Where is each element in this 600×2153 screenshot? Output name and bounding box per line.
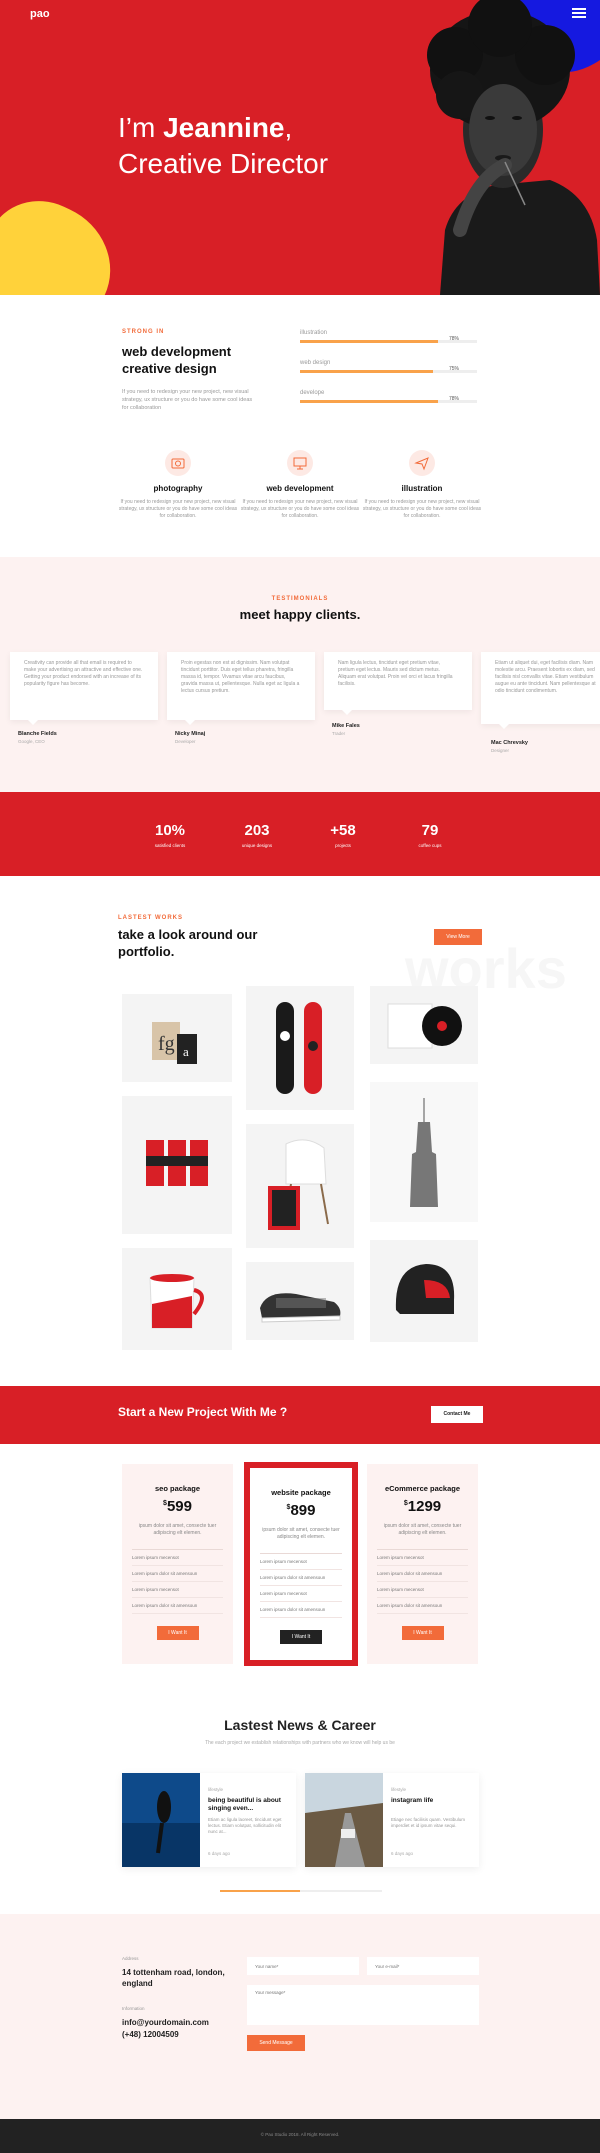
- pricing-select-button[interactable]: I Want It: [401, 1626, 444, 1640]
- portfolio-tagline: lastest works: [118, 915, 183, 921]
- stats-section: 10% satisfied clients 203 unique designs +…: [0, 792, 600, 876]
- cta-section: Start a New Project With Me ? Contact Me: [0, 1386, 600, 1444]
- testimonial-name: Mac Chrevsky: [491, 740, 528, 746]
- testimonial-name: Blanche Fields: [18, 731, 57, 737]
- stat-coffee-cups: 79 coffee cups: [418, 822, 442, 848]
- portfolio-tile-cans[interactable]: [122, 1096, 232, 1234]
- pricing-select-button[interactable]: I Want It: [156, 1626, 199, 1640]
- road-car-image: [305, 1773, 383, 1867]
- copyright-text: © Pao Studio 2018. All Right Reserved.: [260, 2132, 340, 2137]
- skill-bar-develope: develope 78%: [300, 390, 477, 403]
- footer: © Pao Studio 2018. All Right Reserved.: [0, 2119, 600, 2153]
- cta-title: Start a New Project With Me ?: [118, 1405, 288, 1419]
- service-web-development: web development If you need to redesign y…: [240, 450, 360, 520]
- camera-icon: [165, 450, 191, 476]
- portfolio-tile-shopping-bag[interactable]: fg a: [122, 994, 232, 1082]
- testimonials-section: testimonials meet happy clients. Creativ…: [0, 557, 600, 792]
- svg-text:a: a: [183, 1044, 189, 1059]
- testimonial-card: Nam ligula lectus, tincidunt eget pretiu…: [324, 652, 472, 715]
- portfolio-section: works lastest works take a look around o…: [0, 876, 600, 1386]
- skills-section: strong in web development creative desig…: [0, 295, 600, 557]
- hero-role: Creative Director: [118, 148, 329, 179]
- skills-tagline: strong in: [122, 329, 165, 335]
- view-more-button[interactable]: View More: [434, 929, 482, 945]
- contact-me-button[interactable]: Contact Me: [431, 1406, 483, 1423]
- testimonial-role: Designer: [491, 748, 510, 753]
- logo[interactable]: pao: [30, 8, 50, 20]
- hero-heading: I’m Jeannine, Creative Director: [118, 112, 329, 179]
- skills-text: If you need to redesign your new project…: [122, 389, 253, 411]
- portfolio-tile-skyscraper[interactable]: [370, 1082, 478, 1222]
- pricing-section: seo package $599 ipsum dolor sit amet, c…: [0, 1444, 600, 1714]
- portfolio-tile-chair[interactable]: [246, 1124, 354, 1248]
- skills-title: web development creative design: [122, 344, 232, 376]
- pricing-select-button[interactable]: I Want It: [280, 1630, 322, 1644]
- stat-projects: +58 projects: [330, 822, 356, 848]
- svg-text:fg: fg: [158, 1033, 175, 1055]
- stat-satisfied-clients: 10% satisfied clients: [154, 822, 186, 848]
- send-message-button[interactable]: Send Message: [247, 2035, 305, 2051]
- pricing-card-website: website package $899 ipsum dolor sit ame…: [244, 1462, 358, 1666]
- service-illustration: illustration If you need to redesign your…: [362, 450, 482, 520]
- testimonial-name: Mike Fales: [332, 723, 360, 729]
- news-slider-indicator[interactable]: [220, 1890, 382, 1892]
- portfolio-title: take a look around our portfolio.: [118, 927, 258, 959]
- hero-name: Jeannine: [163, 112, 285, 143]
- news-card-title: being beautiful is about singing even...: [208, 1797, 281, 1812]
- testimonial-card: Etiam ut aliquet dui, eget facilisis dia…: [481, 652, 600, 729]
- pricing-card-seo: seo package $599 ipsum dolor sit amet, c…: [122, 1464, 233, 1664]
- service-photography: photography If you need to redesign your …: [118, 450, 238, 520]
- testimonial-role: Google, CEO: [18, 739, 45, 744]
- testimonial-card: Proin egestas non est at dignissim. Nam …: [167, 652, 315, 725]
- address-label: Address: [122, 1956, 139, 1961]
- paper-plane-icon: [409, 450, 435, 476]
- monitor-icon: [287, 450, 313, 476]
- testimonial-name: Nicky Minaj: [175, 731, 206, 737]
- skill-bar-illustration: illustration 78%: [300, 330, 477, 343]
- portfolio-tile-sneaker[interactable]: [246, 1262, 354, 1340]
- yellow-blob-decoration: [0, 183, 132, 295]
- news-card-title: instagram life: [391, 1797, 434, 1804]
- email-value[interactable]: info@yourdomain.com: [122, 2017, 232, 2028]
- testimonial-role: Trader: [332, 731, 346, 736]
- name-field[interactable]: [247, 1957, 359, 1975]
- hero-section: pao I’m Jeannine, Creative Director: [0, 0, 600, 295]
- address-value: 14 tottenham road, london, england: [122, 1968, 225, 1988]
- news-card[interactable]: lifestyle being beautiful is about singi…: [122, 1773, 296, 1867]
- portfolio-tile-vinyl-record[interactable]: [370, 986, 478, 1064]
- testimonial-card: Creativity can provide all that email is…: [10, 652, 158, 725]
- message-field[interactable]: [247, 1985, 479, 2025]
- phone-value[interactable]: (+48) 12004509: [122, 2029, 232, 2040]
- email-field[interactable]: [367, 1957, 479, 1975]
- news-title: Lastest News & Career: [224, 1717, 376, 1733]
- portfolio-tile-skateboard[interactable]: [246, 986, 354, 1110]
- skill-bar-web-design: web design 75%: [300, 360, 477, 373]
- contact-section: Address 14 tottenham road, london, engla…: [0, 1914, 600, 2119]
- stat-unique-designs: 203 unique designs: [241, 822, 273, 848]
- portfolio-tile-mug[interactable]: [122, 1248, 232, 1350]
- pricing-card-ecommerce: eCommerce package $1299 ipsum dolor sit …: [367, 1464, 478, 1664]
- news-section: Lastest News & Career The each project w…: [0, 1714, 600, 1914]
- information-label: Information: [122, 2006, 145, 2011]
- news-subtitle: The each project we establish relationsh…: [205, 1740, 395, 1746]
- testimonials-tagline: testimonials: [271, 596, 329, 602]
- news-card[interactable]: lifestyle instagram life Etiage nec faci…: [305, 1773, 479, 1867]
- testimonial-role: Developer: [175, 739, 196, 744]
- portrait-image: [427, 0, 600, 295]
- portfolio-tile-helmet[interactable]: [370, 1240, 478, 1342]
- testimonials-title: meet happy clients.: [239, 607, 361, 622]
- diver-image: [122, 1773, 200, 1867]
